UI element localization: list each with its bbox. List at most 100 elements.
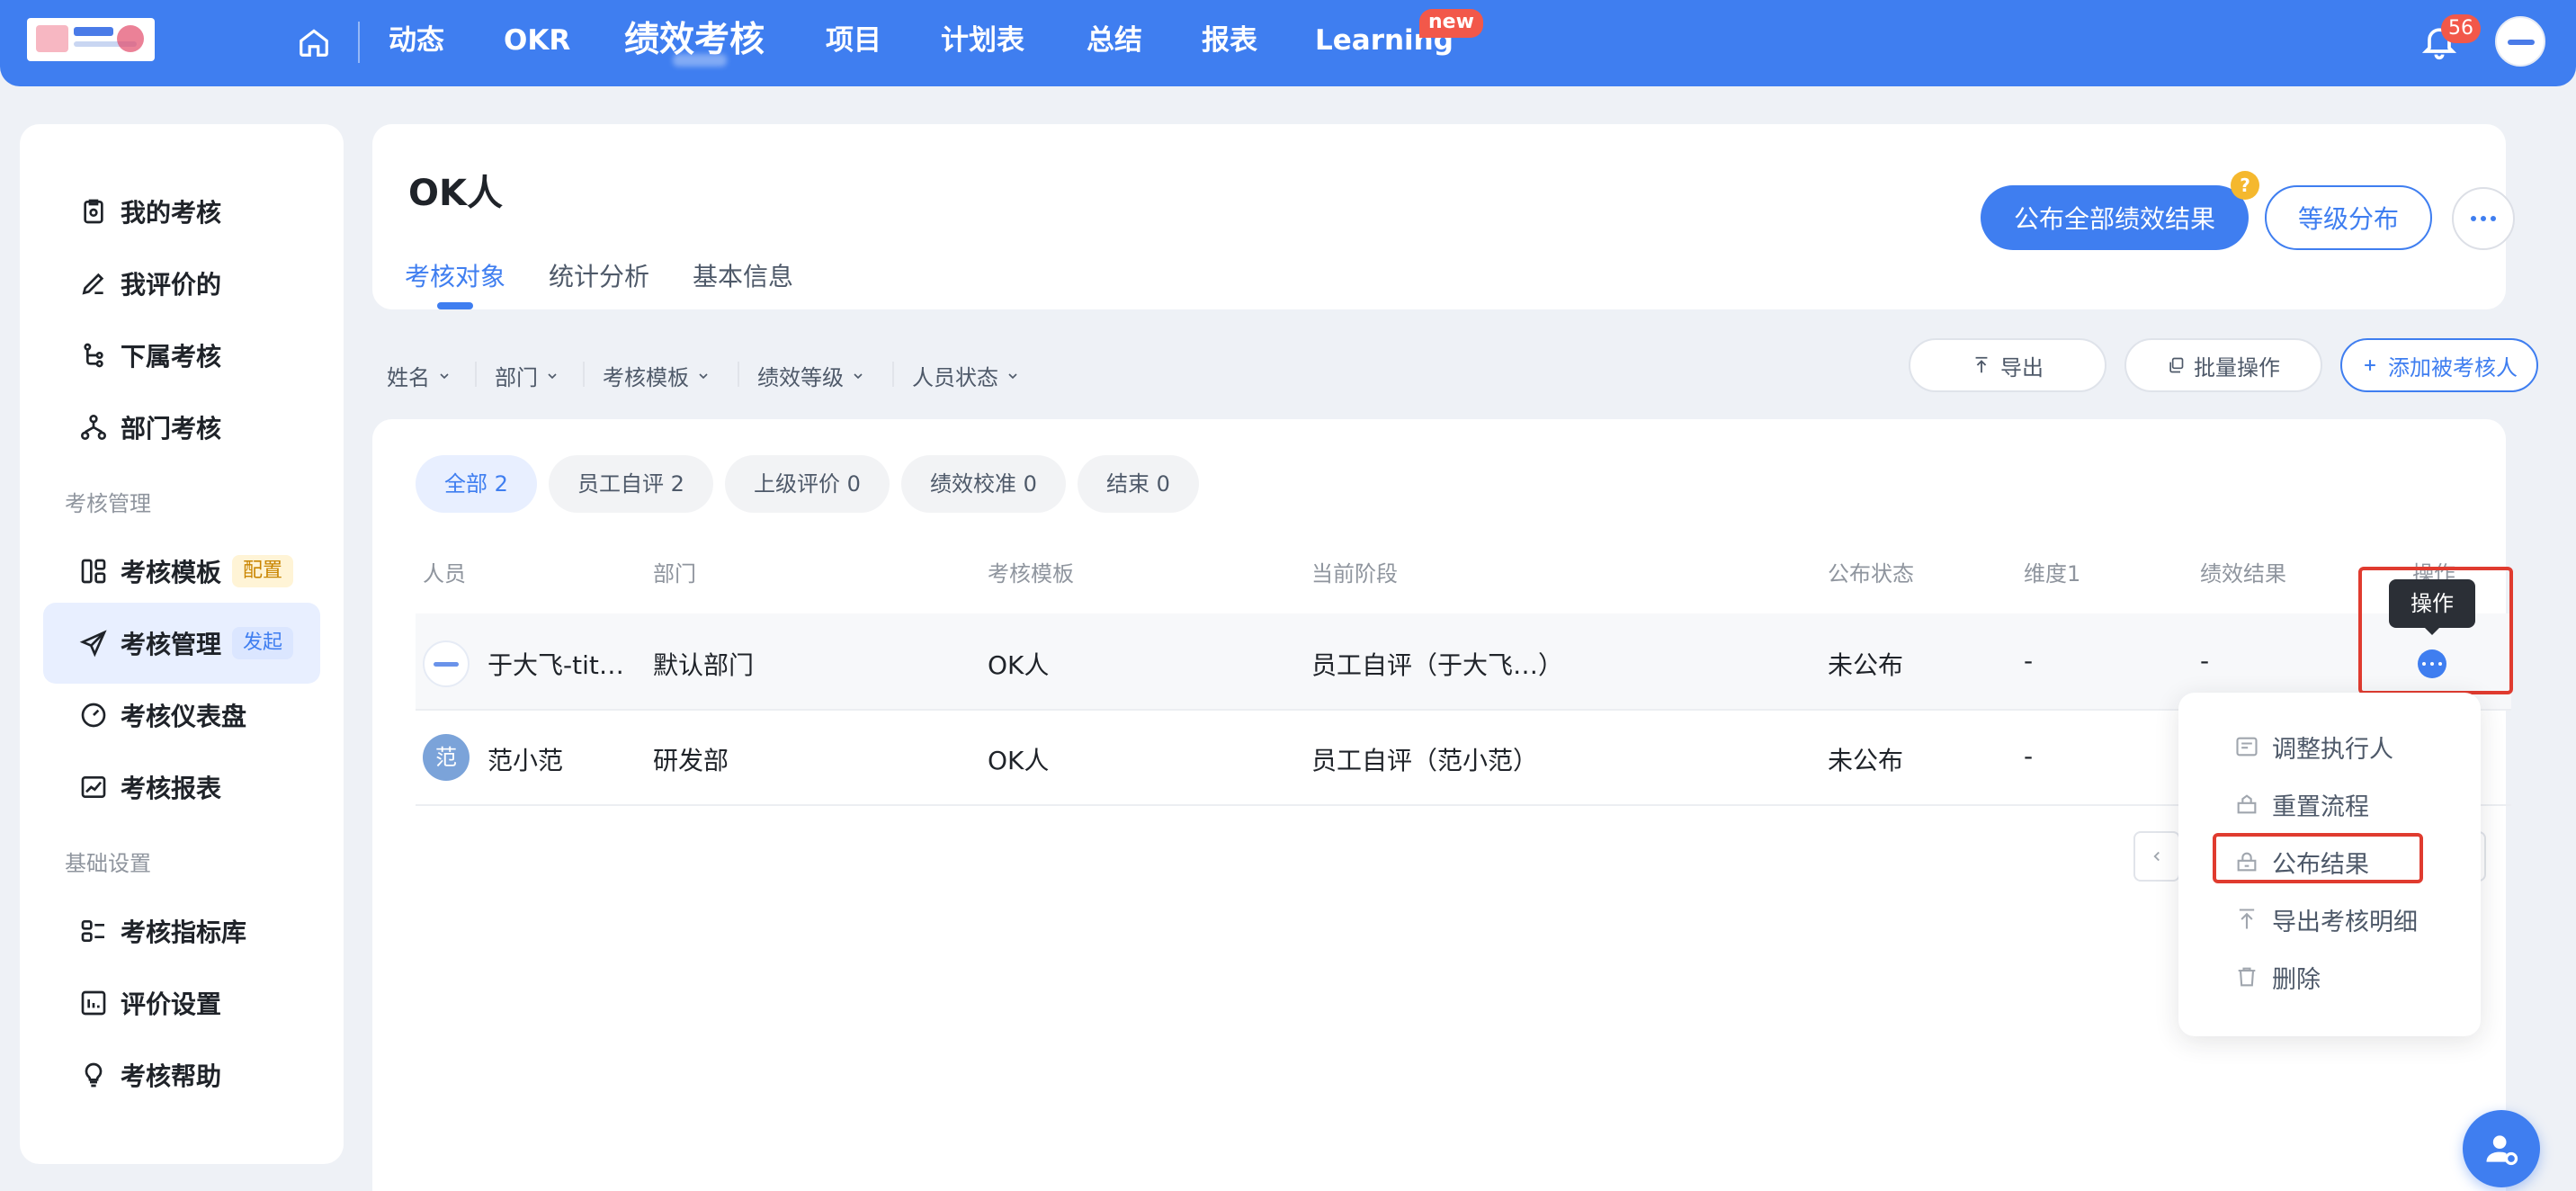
nav-item-dynamic[interactable]: 动态 [389,0,444,81]
batch-label: 批量操作 [2194,354,2280,381]
filter-template[interactable]: 考核模板 [603,360,711,391]
batch-operation-button[interactable]: 批量操作 [2124,338,2322,392]
column-header-person: 人员 [423,561,466,587]
clipboard-icon [84,199,103,224]
sidebar-item-department[interactable]: 部门考核 [43,387,320,468]
chart-icon [81,776,106,798]
list-icon [81,919,104,942]
person-name[interactable]: 于大飞-tit… [487,646,624,682]
row-action-button[interactable] [2418,649,2446,678]
gauge-icon [81,703,106,728]
department-cell: 默认部门 [653,650,755,680]
nav-divider [358,22,360,63]
top-nav-bar: 动态 OKR 绩效考核 项目 计划表 总结 报表 Learning new 56 [0,0,2576,86]
config-badge: 配置 [232,555,294,587]
sidebar-item-label: 考核帮助 [121,1061,222,1091]
new-badge: new [1419,9,1483,38]
page-title: OK人 [408,173,503,214]
tab-basic-info[interactable]: 基本信息 [693,257,793,293]
user-avatar[interactable] [2495,16,2545,67]
chip-superior-review[interactable]: 上级评价 0 [725,455,890,513]
active-tab-indicator [437,302,473,309]
filter-department[interactable]: 部门 [495,360,559,391]
publish-all-results-button[interactable]: 公布全部绩效结果 [1981,185,2249,250]
menu-item-adjust-executor[interactable]: 调整执行人 [2234,725,2393,768]
sidebar-item-label: 考核报表 [121,774,222,803]
tab-review-objects[interactable]: 考核对象 [405,257,505,293]
sidebar-section-manage: 考核管理 [65,491,151,516]
sidebar-item-eval-settings[interactable]: 评价设置 [43,963,320,1043]
export-icon [1975,356,1988,373]
company-logo[interactable] [27,18,155,61]
sidebar-item-template[interactable]: 考核模板 配置 [43,531,320,612]
chevron-left-icon [2153,851,2160,862]
notification-count-badge: 56 [2441,14,2481,43]
sidebar: 我的考核 我评价的 下属考核 部门考核 考核管理 考核模板 配置 考核管理 发起… [20,124,344,1164]
nav-item-summary[interactable]: 总结 [1087,0,1142,81]
menu-item-export-detail[interactable]: 导出考核明细 [2234,898,2418,941]
menu-item-label: 调整执行人 [2272,735,2393,764]
sidebar-item-my-evaluated[interactable]: 我评价的 [43,243,320,324]
highlight-box [2213,833,2423,883]
branch-icon [84,343,103,368]
chip-all[interactable]: 全部 2 [416,455,537,513]
reset-icon [2237,794,2257,814]
adjust-icon [2236,737,2258,757]
assistant-float-button[interactable] [2463,1110,2540,1187]
grade-distribution-button[interactable]: 等级分布 [2265,185,2432,250]
export-button[interactable]: 导出 [1909,338,2106,392]
chip-calibration[interactable]: 绩效校准 0 [901,455,1066,513]
active-nav-indicator [673,54,727,67]
add-reviewee-button[interactable]: 添加被考核人 [2340,338,2538,392]
publish-status-cell: 未公布 [1828,650,1904,680]
filter-divider [475,362,477,387]
nav-item-performance[interactable]: 绩效考核 [624,0,765,81]
sidebar-item-my-review[interactable]: 我的考核 [43,171,320,252]
tab-statistics[interactable]: 统计分析 [549,257,649,293]
help-icon[interactable]: ? [2231,171,2259,200]
more-icon [2471,216,2496,221]
filter-divider [738,362,739,387]
sidebar-item-help[interactable]: 考核帮助 [43,1034,320,1115]
filter-grade[interactable]: 绩效等级 [757,360,865,391]
sidebar-item-report[interactable]: 考核报表 [43,747,320,828]
chip-ended[interactable]: 结束 0 [1078,455,1199,513]
sidebar-item-label: 我的考核 [121,198,222,228]
nav-item-plan[interactable]: 计划表 [941,0,1024,81]
export-label: 导出 [2000,354,2044,381]
template-cell: OK人 [988,746,1050,775]
sidebar-section-basic: 基础设置 [65,851,151,876]
menu-item-delete[interactable]: 删除 [2234,955,2321,998]
nav-item-project[interactable]: 项目 [826,0,881,81]
sidebar-item-label: 部门考核 [121,414,222,443]
nav-item-report[interactable]: 报表 [1202,0,1257,81]
menu-item-label: 重置流程 [2272,793,2369,821]
chip-self-review[interactable]: 员工自评 2 [549,455,713,513]
action-tooltip: 操作 [2389,579,2475,635]
filter-name[interactable]: 姓名 [387,360,452,391]
filter-divider [583,362,585,387]
sidebar-item-label: 评价设置 [121,990,222,1019]
sidebar-item-dashboard[interactable]: 考核仪表盘 [43,675,320,756]
filter-label: 姓名 [387,365,430,390]
home-icon[interactable] [297,25,331,59]
stage-cell: 员工自评（范小范） [1311,746,1539,775]
batch-icon [2169,357,2184,373]
sidebar-item-review-manage[interactable]: 考核管理 发起 [43,603,320,684]
more-options-button[interactable] [2452,187,2515,250]
nav-item-okr[interactable]: OKR [504,0,570,81]
send-icon [79,630,107,658]
sidebar-item-label: 下属考核 [121,342,222,372]
bulb-icon [85,1062,103,1088]
filter-divider [892,362,894,387]
filter-status[interactable]: 人员状态 [912,360,1020,391]
menu-item-reset-flow[interactable]: 重置流程 [2234,783,2369,826]
pen-icon [82,273,104,295]
person-name[interactable]: 范小范 [487,741,563,777]
pagination-prev-button[interactable] [2133,831,2180,882]
template-icon [81,559,106,584]
sidebar-item-subordinate[interactable]: 下属考核 [43,315,320,396]
stage-cell: 员工自评（于大飞…） [1311,650,1564,680]
column-header-result: 绩效结果 [2200,561,2286,587]
sidebar-item-indicator-lib[interactable]: 考核指标库 [43,891,320,972]
